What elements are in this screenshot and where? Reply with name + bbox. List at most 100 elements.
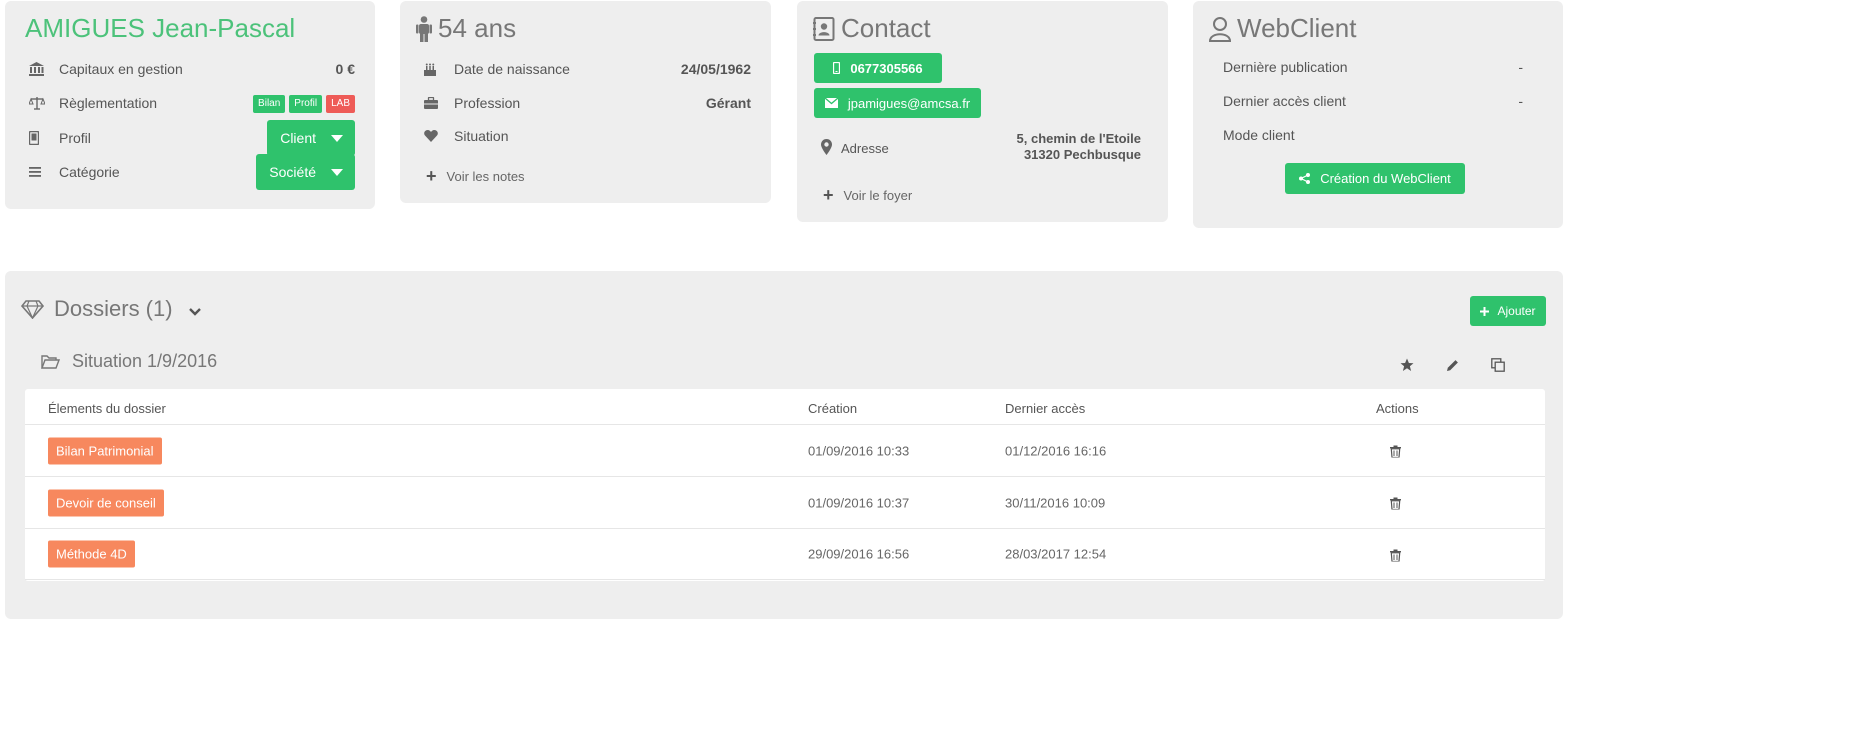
derniere-publication-row: Dernière publication - <box>1223 59 1523 79</box>
categorie-label: Catégorie <box>59 164 120 180</box>
situation-row: Situation <box>424 122 751 150</box>
reglementation-row: Règlementation Bilan Profil LAB <box>29 89 355 117</box>
categorie-row: Catégorie Société <box>29 154 355 190</box>
reglementation-badges: Bilan Profil LAB <box>249 93 355 113</box>
voir-notes-link[interactable]: + Voir les notes <box>426 167 525 185</box>
column-header-creation: Création <box>808 401 858 416</box>
trash-icon[interactable] <box>1390 549 1401 564</box>
phone-button[interactable]: 0677305566 <box>814 53 942 83</box>
add-dossier-label: Ajouter <box>1497 304 1536 318</box>
address-label: Adresse <box>841 141 889 156</box>
categorie-dropdown-value: Société <box>269 164 316 180</box>
chevron-down-icon[interactable] <box>188 308 201 316</box>
column-header-elements: Élements du dossier <box>48 401 166 416</box>
voir-foyer-link[interactable]: + Voir le foyer <box>823 186 912 204</box>
plus-icon: + <box>823 185 834 205</box>
profession-label: Profession <box>454 95 521 111</box>
element-badge[interactable]: Méthode 4D <box>48 540 135 568</box>
last-access-cell: 30/11/2016 10:09 <box>1005 495 1106 510</box>
profil-label: Profil <box>59 130 91 146</box>
table-row: Bilan Patrimonial 01/09/2016 10:33 01/12… <box>25 424 1545 476</box>
table-row: Devoir de conseil 01/09/2016 10:37 30/11… <box>25 476 1545 528</box>
webclient-title: WebClient <box>1237 13 1357 43</box>
column-header-dernier-acces: Dernier accès <box>1005 401 1086 416</box>
reglementation-label: Règlementation <box>59 95 158 111</box>
derniere-publication-value: - <box>1518 59 1523 75</box>
identity-card: AMIGUES Jean-Pascal Capitaux en gestion … <box>5 1 375 209</box>
capitaux-label: Capitaux en gestion <box>59 61 183 77</box>
contact-title-wrap: Contact <box>813 13 931 44</box>
email-address: jpamigues@amcsa.fr <box>847 95 971 111</box>
badge-lab[interactable]: LAB <box>326 95 355 113</box>
mode-client-row: Mode client <box>1223 127 1523 147</box>
element-cell: Bilan Patrimonial <box>48 437 162 464</box>
scales-icon <box>29 96 49 110</box>
badge-profil[interactable]: Profil <box>289 95 323 113</box>
naissance-value: 24/05/1962 <box>680 61 751 77</box>
create-webclient-label: Création du WebClient <box>1320 171 1451 186</box>
dossiers-header: Dossiers (1) <box>21 296 201 322</box>
address-book-icon <box>813 16 835 41</box>
last-access-cell: 28/03/2017 12:54 <box>1005 546 1107 562</box>
last-access-cell: 01/12/2016 16:16 <box>1005 443 1107 458</box>
heart-icon <box>424 130 444 142</box>
plus-icon <box>1480 306 1490 316</box>
menu-icon <box>29 167 49 177</box>
add-dossier-button[interactable]: Ajouter <box>1470 296 1546 326</box>
profession-row: Profession Gérant <box>424 89 751 117</box>
phone-icon <box>29 131 49 145</box>
address-line1: 5, chemin de l'Etoile <box>1016 131 1141 146</box>
contact-card: Contact 0677305566 jpamigues@amcsa.fr Ad… <box>797 1 1168 222</box>
voir-notes-label: Voir les notes <box>446 168 525 184</box>
profil-row: Profil Client <box>29 120 355 156</box>
folder-open-icon <box>41 354 60 369</box>
age-title: 54 ans <box>438 13 517 43</box>
element-badge[interactable]: Devoir de conseil <box>48 489 164 516</box>
webclient-title-wrap: WebClient <box>1209 13 1356 44</box>
dernier-acces-row: Dernier accès client - <box>1223 93 1523 113</box>
plus-icon: + <box>426 166 437 186</box>
create-webclient-button[interactable]: Création du WebClient <box>1285 163 1465 194</box>
creation-cell: 29/09/2016 16:56 <box>808 546 910 562</box>
caret-down-icon <box>331 168 343 176</box>
creation-cell: 01/09/2016 10:37 <box>808 495 910 510</box>
naissance-label: Date de naissance <box>454 61 570 77</box>
badge-bilan[interactable]: Bilan <box>253 95 286 113</box>
person-icon <box>416 15 432 42</box>
copy-icon[interactable] <box>1489 356 1507 374</box>
profil-dropdown[interactable]: Client <box>267 120 355 156</box>
dernier-acces-label: Dernier accès client <box>1223 93 1346 109</box>
dossiers-panel: Dossiers (1) Ajouter Situation 1/9/2016 … <box>5 271 1563 619</box>
star-icon[interactable] <box>1398 356 1416 374</box>
user-outline-icon <box>1209 16 1231 42</box>
situation-title: Situation 1/9/2016 <box>72 351 218 371</box>
derniere-publication-label: Dernière publication <box>1223 59 1348 75</box>
element-badge[interactable]: Bilan Patrimonial <box>48 437 162 464</box>
profil-dropdown-value: Client <box>280 130 316 146</box>
situation-header: Situation 1/9/2016 <box>41 351 217 372</box>
address-value: 5, chemin de l'Etoile 31320 Pechbusque <box>1017 131 1141 163</box>
client-name: AMIGUES Jean-Pascal <box>25 13 296 43</box>
address-row: Adresse 5, chemin de l'Etoile 31320 Pech… <box>821 128 1141 168</box>
age-title-wrap: 54 ans <box>416 13 516 44</box>
profession-value: Gérant <box>705 95 751 111</box>
element-cell: Devoir de conseil <box>48 489 164 516</box>
diamond-icon <box>21 299 44 319</box>
contact-title: Contact <box>841 13 931 43</box>
trash-icon[interactable] <box>1390 445 1401 461</box>
briefcase-icon <box>424 97 444 109</box>
voir-foyer-label: Voir le foyer <box>843 187 913 203</box>
categorie-dropdown[interactable]: Société <box>256 154 355 190</box>
cake-icon <box>424 63 444 76</box>
trash-icon[interactable] <box>1390 497 1401 513</box>
map-marker-icon <box>821 139 832 160</box>
pencil-icon[interactable] <box>1443 356 1461 374</box>
element-cell: Méthode 4D <box>48 540 135 568</box>
dossiers-title: Dossiers (1) <box>54 296 173 321</box>
dernier-acces-value: - <box>1518 93 1523 109</box>
email-button[interactable]: jpamigues@amcsa.fr <box>814 88 981 118</box>
naissance-row: Date de naissance 24/05/1962 <box>424 55 751 83</box>
mobile-icon <box>833 62 841 74</box>
webclient-card: WebClient Dernière publication - Dernier… <box>1193 1 1563 228</box>
age-card: 54 ans Date de naissance 24/05/1962 Prof… <box>400 1 771 203</box>
